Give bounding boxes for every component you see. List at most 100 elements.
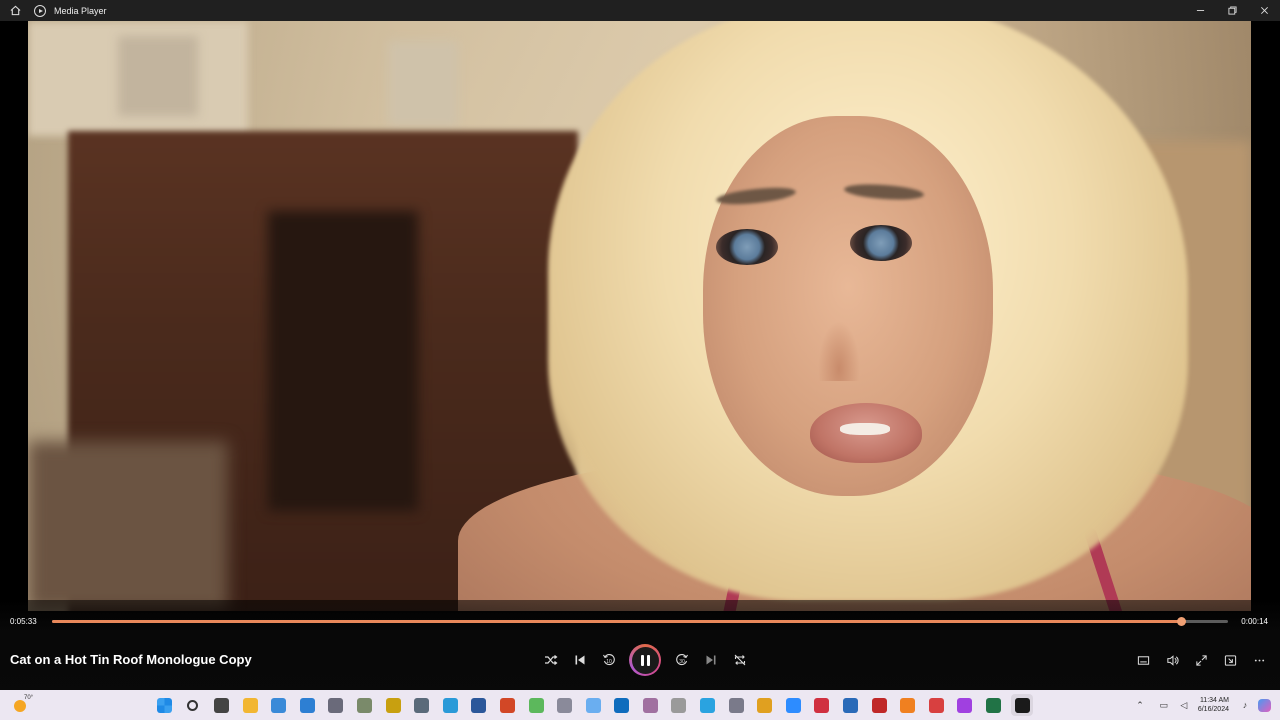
taskbar-app-microphone-app[interactable] (554, 694, 576, 716)
maximize-button[interactable] (1216, 0, 1248, 21)
taskbar-app-media-player[interactable] (1011, 694, 1034, 716)
previous-button[interactable] (565, 645, 594, 675)
elapsed-time: 0:05:33 (10, 617, 37, 626)
mini-player-button[interactable] (1216, 645, 1245, 675)
messenger-icon (957, 697, 973, 713)
weather-temperature: 70° (24, 695, 34, 701)
taskbar-app-word[interactable] (468, 694, 490, 716)
taskbar-app-chrome[interactable] (754, 694, 776, 716)
taskbar-app-red-app[interactable] (868, 694, 890, 716)
taskbar-app-imdb-star[interactable] (382, 694, 404, 716)
minimize-button[interactable] (1184, 0, 1216, 21)
clock[interactable]: 11:34 AM 6/16/2024 (1198, 696, 1229, 714)
system-tray: ⌃ ▭ ◁ 11:34 AM 6/16/2024 ♪ (1136, 690, 1274, 720)
repeat-off-icon (734, 654, 745, 666)
excel-icon (986, 697, 1002, 713)
home-button[interactable] (0, 0, 30, 21)
seek-bar[interactable] (52, 617, 1228, 626)
taskbar-app-powerpoint[interactable] (496, 694, 518, 716)
fullscreen-icon (1196, 654, 1207, 666)
red-circle-app-icon (928, 697, 944, 713)
minimize-icon (1196, 10, 1204, 11)
start-icon (156, 697, 172, 713)
taskbar-app-file-explorer[interactable] (239, 694, 261, 716)
video-frame[interactable] (28, 21, 1251, 611)
imdb-star-icon (385, 697, 401, 713)
taskbar-app-pen-app[interactable] (296, 694, 318, 716)
show-hidden-icons-button[interactable]: ⌃ (1136, 700, 1144, 711)
next-icon (706, 655, 715, 665)
cloud-app-icon (614, 697, 630, 713)
skip-back-10-icon: 10 (602, 654, 615, 666)
shuffle-icon (544, 655, 557, 665)
volume-icon (1167, 654, 1179, 666)
close-button[interactable] (1248, 0, 1280, 21)
mini-player-icon (1224, 654, 1237, 666)
media-player-window: Media Player 0:05:33 0:00:14 Cat on a Ho… (0, 0, 1280, 720)
taskbar-app-photos-app[interactable] (268, 694, 290, 716)
left-eye (716, 229, 778, 265)
taskbar-app-dots-app[interactable] (668, 694, 690, 716)
repeat-button[interactable] (725, 645, 754, 675)
clock-time: 11:34 AM (1199, 697, 1229, 704)
home-icon (10, 5, 20, 16)
captions-icon (1137, 655, 1150, 665)
orange-app-icon (900, 697, 916, 713)
close-icon (1260, 7, 1268, 14)
taskbar-app-excel[interactable] (983, 694, 1005, 716)
taskbar-app-task-view[interactable] (210, 694, 232, 716)
taskbar-app-scanner-app[interactable] (353, 694, 375, 716)
weather-widget[interactable]: 70° (6, 693, 36, 717)
red-app-icon (871, 697, 887, 713)
feather-app-icon (642, 697, 658, 713)
taskbar-app-messenger[interactable] (954, 694, 976, 716)
svg-text:30: 30 (679, 659, 685, 665)
green-app-icon (528, 697, 544, 713)
seek-bar-thumb[interactable] (1176, 617, 1186, 626)
taskbar-app-red-circle-app[interactable] (925, 694, 947, 716)
microphone-app-icon (557, 697, 573, 713)
captions-button[interactable] (1129, 645, 1158, 675)
camera-app-icon (414, 697, 430, 713)
volume-button[interactable] (1158, 645, 1187, 675)
scanner-app-icon (356, 697, 372, 713)
copilot-icon[interactable] (1258, 698, 1271, 712)
more-options-button[interactable] (1245, 645, 1274, 675)
dots-app-icon (671, 697, 687, 713)
taskbar-app-orange-app[interactable] (897, 694, 919, 716)
taskbar-app-shield-app[interactable] (811, 694, 833, 716)
network-icon[interactable]: ▭ (1157, 698, 1171, 712)
taskbar-app-telegram[interactable] (697, 694, 719, 716)
media-title: Cat on a Hot Tin Roof Monologue Copy (10, 652, 252, 667)
taskbar-app-search[interactable] (182, 694, 204, 716)
taskbar-app-store-app[interactable] (840, 694, 862, 716)
taskbar-app-zoom[interactable] (782, 694, 804, 716)
zoom-icon (785, 697, 801, 713)
previous-icon (575, 655, 584, 665)
taskbar-app-cloud-app[interactable] (611, 694, 633, 716)
skip-forward-button[interactable]: 30 (667, 645, 696, 675)
remaining-time: 0:00:14 (1241, 617, 1268, 626)
taskbar-app-feather-app[interactable] (639, 694, 661, 716)
word-icon (471, 697, 487, 713)
taskbar-app-music-app[interactable] (725, 694, 747, 716)
taskbar-app-browser-app[interactable] (439, 694, 461, 716)
taskbar-app-green-app[interactable] (525, 694, 547, 716)
taskbar-app-camera-app[interactable] (411, 694, 433, 716)
music-app-icon (728, 697, 744, 713)
volume-tray-icon[interactable]: ◁ (1177, 698, 1191, 712)
next-button[interactable] (696, 645, 725, 675)
fullscreen-button[interactable] (1187, 645, 1216, 675)
pen-app-icon (299, 697, 315, 713)
skip-back-button[interactable]: 10 (594, 645, 623, 675)
browser-app-icon (442, 697, 458, 713)
notification-bell-icon[interactable]: ♪ (1238, 698, 1252, 712)
taskbar-app-settings[interactable] (325, 694, 347, 716)
taskbar-app-onedrive[interactable] (582, 694, 604, 716)
taskbar-app-start[interactable] (153, 694, 175, 716)
powerpoint-icon (499, 697, 515, 713)
telegram-icon (700, 697, 716, 713)
shuffle-button[interactable] (536, 645, 565, 675)
onedrive-icon (585, 697, 601, 713)
pause-button[interactable] (629, 644, 661, 676)
